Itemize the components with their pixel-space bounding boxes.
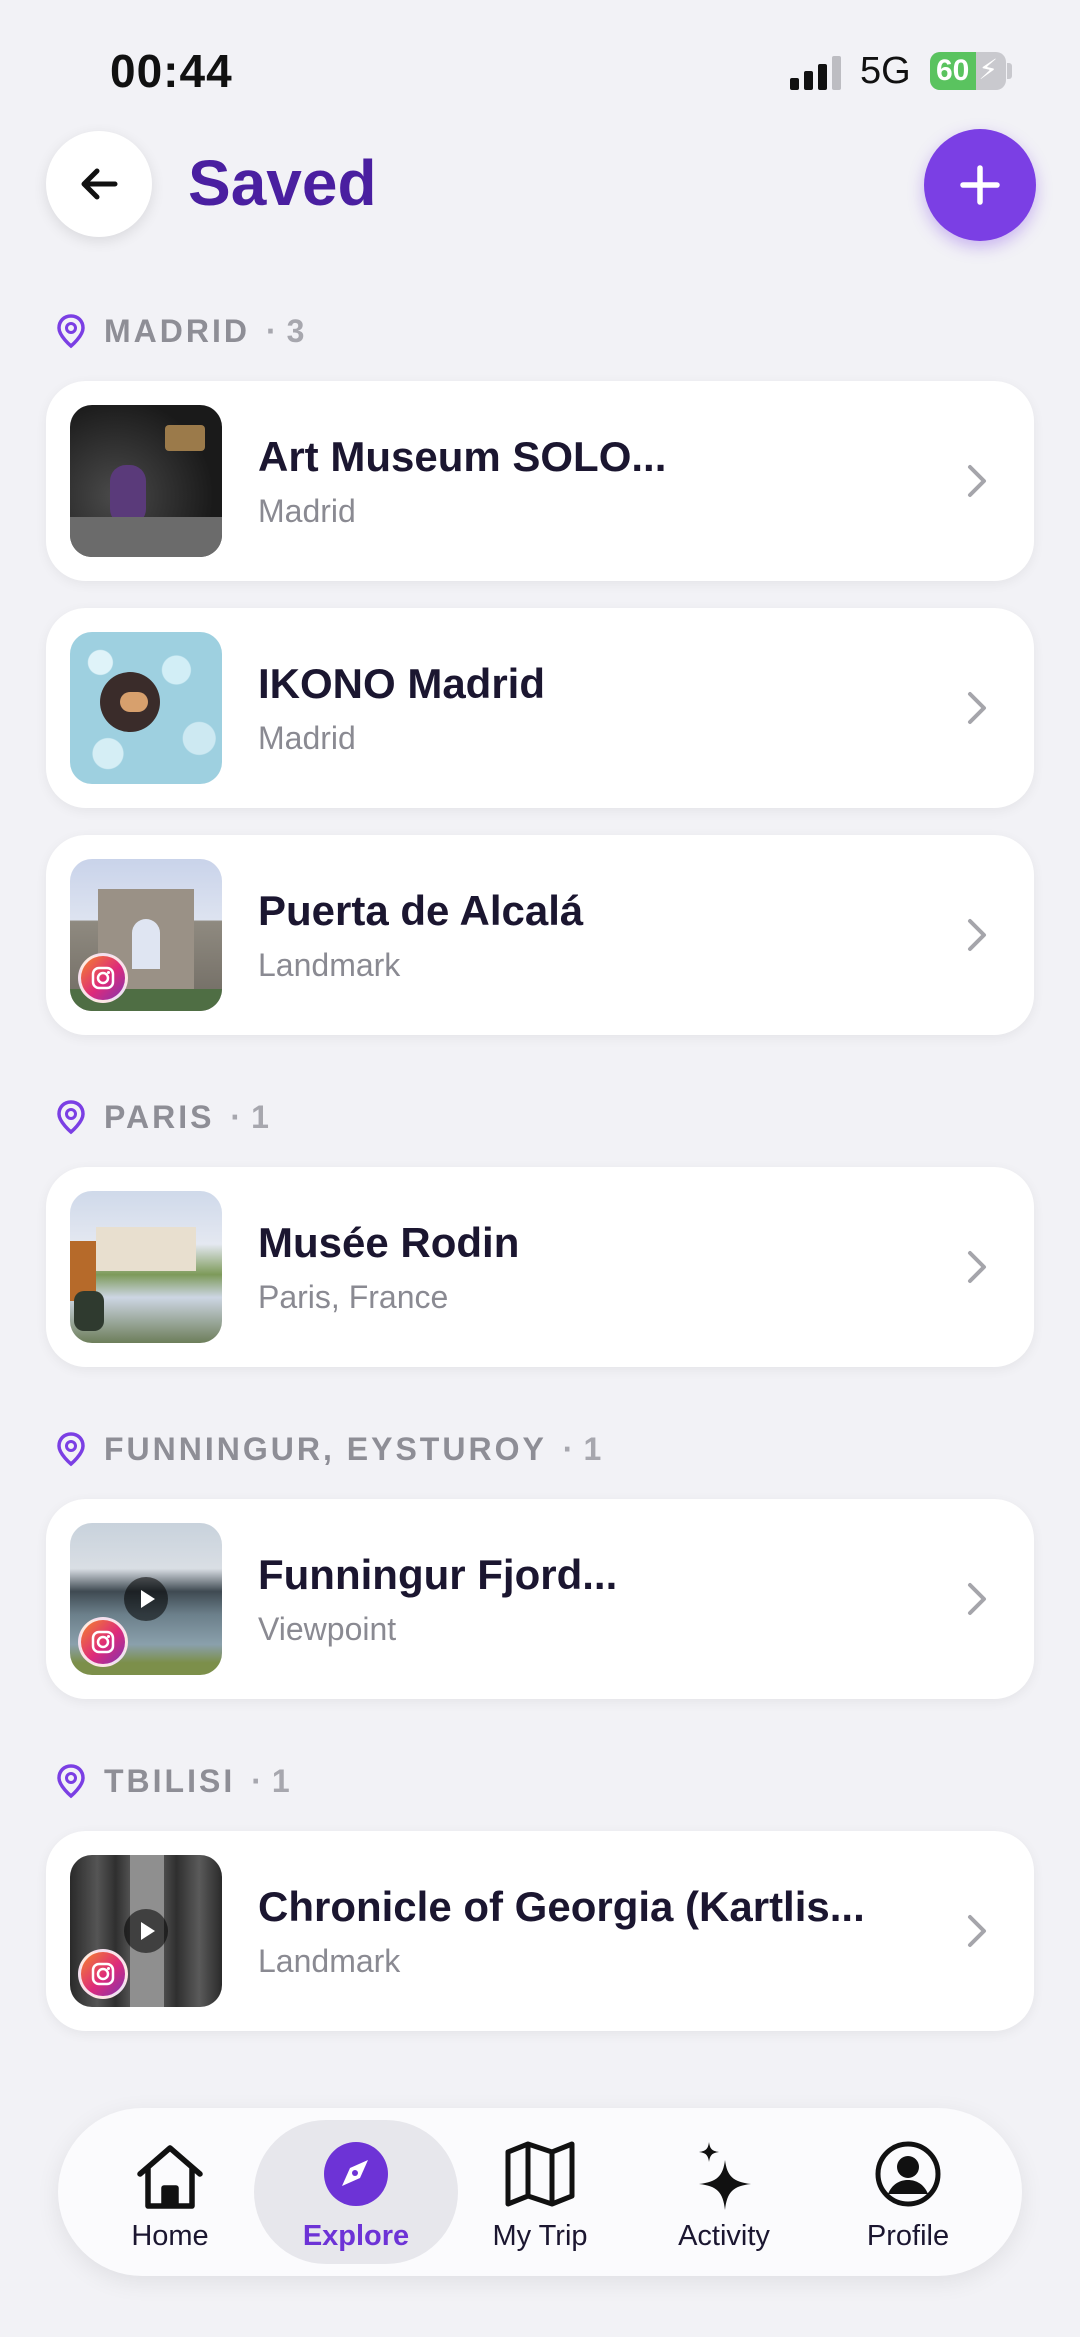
saved-place-card[interactable]: Art Museum SOLO... Madrid [46,381,1034,581]
place-thumbnail [70,405,222,557]
section-count: 1 [271,1762,290,1799]
tab-label: Home [131,2220,209,2252]
profile-icon [875,2141,941,2207]
map-icon [505,2141,575,2207]
place-subtitle: Landmark [258,1943,401,1979]
home-icon [137,2145,203,2209]
place-subtitle: Madrid [258,720,356,756]
instagram-icon [91,1962,115,1986]
section-name: PARIS [104,1098,215,1135]
arrow-left-icon [81,168,118,200]
play-icon [124,1909,168,1953]
tab-label: Explore [302,2220,410,2252]
place-subtitle: Paris, France [258,1279,449,1315]
back-button[interactable] [46,131,152,237]
place-thumbnail [70,632,222,784]
location-pin-icon [57,1100,85,1135]
chevron-right-icon [968,1583,986,1615]
chevron-right-icon [968,692,986,724]
battery-level: 60 [936,54,970,87]
sparkles-icon [699,2142,751,2210]
place-title: Puerta de Alcalá [258,887,584,934]
place-title: IKONO Madrid [258,660,546,707]
tab-home[interactable]: Home [80,2120,260,2264]
instagram-badge [78,953,128,1003]
section-separator: · [251,1762,262,1799]
tab-my-trip[interactable]: My Trip [450,2120,630,2264]
saved-place-card[interactable]: Funningur Fjord... Viewpoint [46,1499,1034,1699]
section-count: 3 [286,312,305,349]
tab-explore[interactable]: Explore [254,2120,458,2264]
section-separator: · [562,1430,574,1467]
tab-profile[interactable]: Profile [818,2120,998,2264]
instagram-icon [91,966,115,990]
location-pin-icon [57,1432,85,1467]
tab-label: Activity [678,2220,770,2252]
section-name: MADRID [104,312,250,349]
cellular-signal-icon [790,56,844,90]
place-title: Musée Rodin [258,1219,520,1266]
place-thumbnail [70,1191,222,1343]
tab-label: My Trip [492,2220,588,2252]
place-title: Chronicle of Georgia (Kartlis... [258,1883,865,1930]
saved-place-card[interactable]: Chronicle of Georgia (Kartlis... Landmar… [46,1831,1034,2031]
place-subtitle: Landmark [258,947,401,983]
section-count: 1 [251,1098,269,1135]
section-count: 1 [583,1430,602,1467]
section-header-paris: PARIS · 1 [56,1097,269,1137]
place-thumbnail [70,1523,222,1675]
chevron-right-icon [968,465,986,497]
place-title: Funningur Fjord... [258,1551,618,1598]
plus-icon [960,165,1000,205]
section-name: TBILISI [104,1762,236,1799]
saved-place-card[interactable]: IKONO Madrid Madrid [46,608,1034,808]
tab-label: Profile [866,2220,950,2252]
place-subtitle: Madrid [258,493,356,529]
charging-bolt-icon: ⚡ [978,54,998,85]
section-separator: · [265,312,277,349]
location-pin-icon [57,1764,85,1799]
play-icon [124,1577,168,1621]
chevron-right-icon [968,919,986,951]
place-thumbnail [70,859,222,1011]
location-pin-icon [57,314,85,349]
tab-activity[interactable]: Activity [634,2120,814,2264]
bottom-tab-bar: Home Explore My Trip Activity Profile [58,2108,1022,2276]
network-type: 5G [860,50,911,92]
section-header-tbilisi: TBILISI · 1 [56,1761,290,1801]
place-title: Art Museum SOLO... [258,433,667,480]
saved-place-card[interactable]: Musée Rodin Paris, France [46,1167,1034,1367]
status-bar: 00:44 5G 60 ⚡ [0,0,1080,130]
instagram-badge [78,1949,128,1999]
page-title: Saved [188,147,377,219]
instagram-icon [91,1630,115,1654]
section-header-funningur: FUNNINGUR, EYSTUROY · 1 [56,1429,601,1469]
battery-icon: 60 ⚡ [930,52,1006,90]
section-header-madrid: MADRID · 3 [56,311,304,351]
compass-icon [324,2142,388,2206]
add-button[interactable] [924,129,1036,241]
place-thumbnail [70,1855,222,2007]
chevron-right-icon [968,1251,986,1283]
instagram-badge [78,1617,128,1667]
saved-place-card[interactable]: Puerta de Alcalá Landmark [46,835,1034,1035]
place-subtitle: Viewpoint [258,1611,397,1647]
section-name: FUNNINGUR, EYSTUROY [104,1430,547,1467]
chevron-right-icon [968,1915,986,1947]
section-separator: · [230,1098,242,1135]
status-time: 00:44 [110,45,233,97]
